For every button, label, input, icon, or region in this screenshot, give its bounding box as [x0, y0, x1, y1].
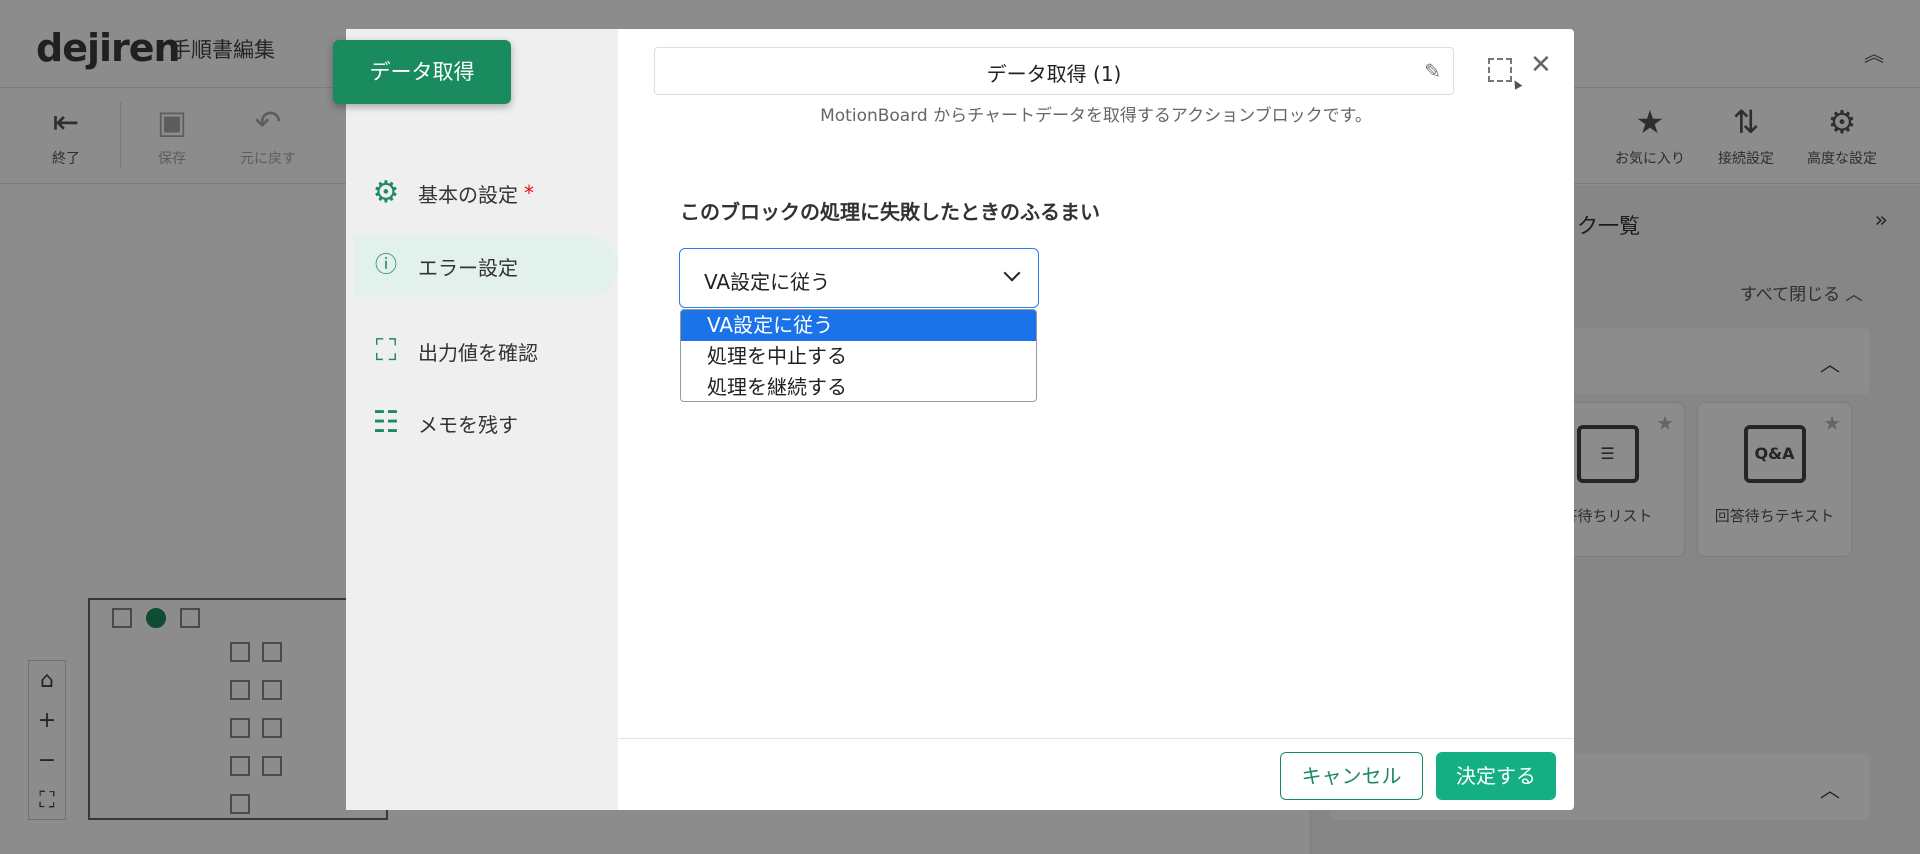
option-follow-va[interactable]: VA設定に従う: [681, 310, 1036, 341]
frame-icon: ⛶: [375, 333, 397, 368]
footer-divider: [618, 738, 1574, 739]
dialog-panel: [618, 29, 1574, 810]
block-type-tag: データ取得: [333, 40, 511, 104]
block-description: MotionBoard からチャートデータを取得するアクションブロックです。: [820, 106, 1372, 126]
pencil-icon[interactable]: ✎: [1424, 59, 1441, 83]
cancel-button[interactable]: キャンセル: [1280, 752, 1423, 800]
close-icon[interactable]: ✕: [1530, 52, 1552, 78]
block-title-field[interactable]: データ取得 (1) ✎: [654, 47, 1454, 95]
nav-error-settings[interactable]: ⓘ エラー設定: [354, 235, 618, 297]
nav-label: 基本の設定: [418, 182, 518, 207]
nav-label: エラー設定: [418, 255, 518, 280]
option-abort[interactable]: 処理を中止する: [681, 341, 1036, 372]
confirm-button[interactable]: 決定する: [1436, 752, 1556, 800]
nav-basic-settings[interactable]: ⚙ 基本の設定 *: [354, 162, 618, 224]
nav-label: メモを残す: [418, 412, 518, 437]
error-icon: ⓘ: [374, 253, 397, 278]
nav-leave-memo[interactable]: ☷ メモを残す: [354, 392, 618, 454]
gear-icon: ⚙: [372, 175, 400, 210]
error-behavior-label: このブロックの処理に失敗したときのふるまい: [680, 200, 1100, 224]
error-behavior-options: VA設定に従う 処理を中止する 処理を継続する: [680, 309, 1037, 402]
block-title: データ取得 (1): [986, 62, 1122, 86]
memo-icon: ☷: [372, 405, 400, 440]
nav-check-output[interactable]: ⛶ 出力値を確認: [354, 320, 618, 382]
select-value: VA設定に従う: [704, 270, 831, 294]
select-block-icon[interactable]: [1488, 58, 1512, 82]
option-continue[interactable]: 処理を継続する: [681, 372, 1036, 401]
chevron-down-icon: [1003, 264, 1021, 282]
error-behavior-select[interactable]: VA設定に従う: [679, 248, 1039, 308]
nav-label: 出力値を確認: [418, 340, 538, 365]
required-mark: *: [524, 181, 534, 205]
